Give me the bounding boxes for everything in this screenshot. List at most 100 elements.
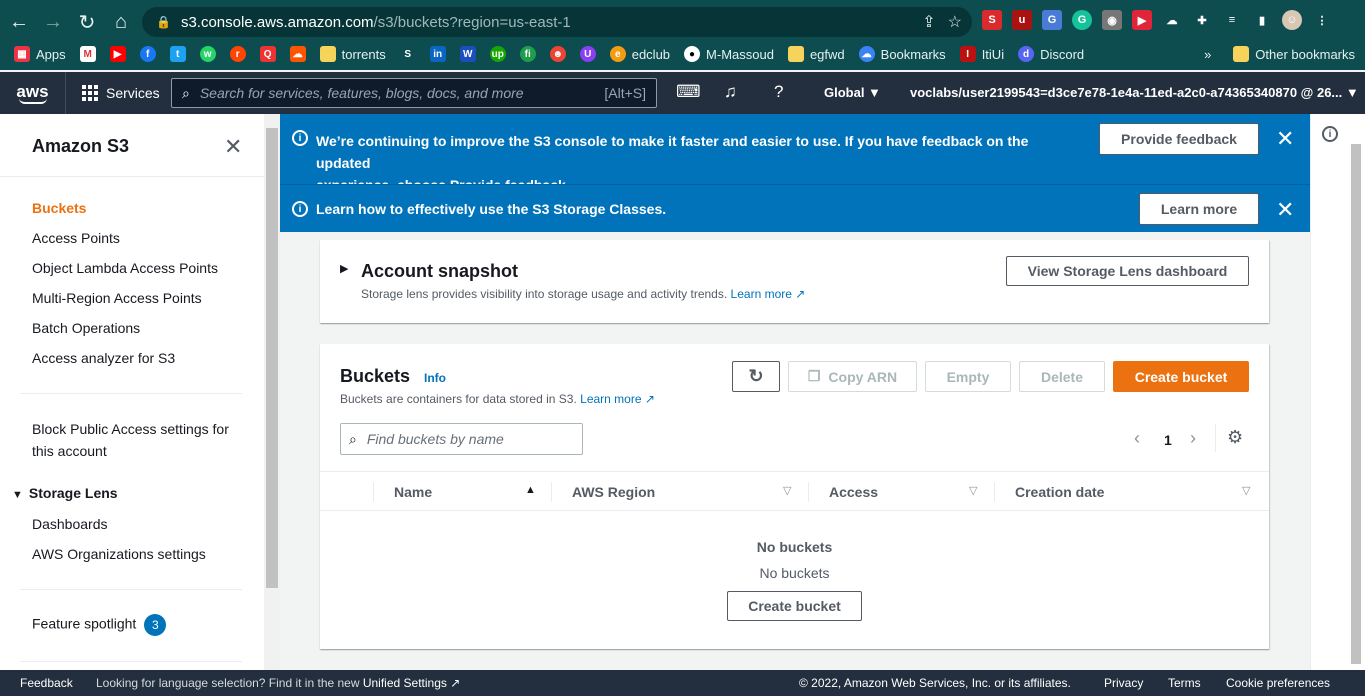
- page-number[interactable]: 1: [1164, 432, 1172, 448]
- puzzle-icon[interactable]: ✚: [1192, 10, 1212, 30]
- bookmark-edclub[interactable]: e edclub: [609, 46, 670, 62]
- account-menu[interactable]: voclabs/user2199543=d3ce7e78-1e4a-11ed-a…: [910, 85, 1359, 100]
- sidebar-item-access-analyzer[interactable]: Access analyzer for S3: [32, 350, 175, 366]
- create-bucket-button[interactable]: Create bucket: [1113, 361, 1249, 392]
- settings-gear-icon[interactable]: ⚙: [1227, 427, 1243, 448]
- s-icon[interactable]: S: [400, 46, 416, 62]
- bookmark-apps[interactable]: ▦ Apps: [14, 46, 66, 62]
- extension-icon[interactable]: G: [1042, 10, 1062, 30]
- extension-icon[interactable]: ☻: [549, 46, 566, 62]
- snapshot-title[interactable]: Account snapshot: [361, 261, 518, 282]
- cookie-preferences-link[interactable]: Cookie preferences: [1226, 676, 1330, 690]
- info-panel-icon[interactable]: i: [1322, 126, 1338, 142]
- share-icon[interactable]: ⇪: [922, 12, 935, 32]
- reload-icon[interactable]: ↻: [72, 7, 102, 37]
- terms-link[interactable]: Terms: [1168, 676, 1201, 690]
- search-input[interactable]: ⌕ Search for services, features, blogs, …: [171, 78, 657, 108]
- empty-create-bucket-button[interactable]: Create bucket: [727, 591, 862, 621]
- whatsapp-icon[interactable]: w: [199, 46, 216, 62]
- close-icon[interactable]: ✕: [1276, 197, 1294, 223]
- linkedin-icon[interactable]: in: [429, 46, 446, 62]
- column-aws-region[interactable]: AWS Region: [572, 484, 655, 500]
- grammarly-icon[interactable]: G: [1072, 10, 1092, 30]
- prev-page-icon[interactable]: ‹: [1134, 428, 1140, 449]
- extension-icon[interactable]: u: [1012, 10, 1032, 30]
- extension-icon[interactable]: ▶: [1132, 10, 1152, 30]
- cloudshell-icon[interactable]: ⌨: [676, 82, 701, 102]
- sidebar: Amazon S3 ✕ Buckets Access Points Object…: [0, 114, 264, 670]
- bookmark-m-massoud[interactable]: ● M-Massoud: [684, 46, 774, 62]
- cloud-icon[interactable]: ☁: [1162, 10, 1182, 30]
- w-icon[interactable]: W: [459, 46, 476, 62]
- star-icon[interactable]: ☆: [948, 12, 962, 32]
- sidebar-item-org-settings[interactable]: AWS Organizations settings: [32, 546, 206, 562]
- fiverr-icon[interactable]: fi: [519, 46, 536, 62]
- learn-more-button[interactable]: Learn more: [1139, 193, 1259, 225]
- quora-icon[interactable]: Q: [259, 46, 276, 62]
- more-bookmarks-icon[interactable]: »: [1204, 47, 1211, 62]
- aws-logo[interactable]: aws: [0, 72, 66, 114]
- other-bookmarks[interactable]: » Other bookmarks: [1204, 46, 1355, 62]
- soundcloud-icon[interactable]: ☁: [289, 46, 306, 62]
- sidebar-item-batch-operations[interactable]: Batch Operations: [32, 320, 140, 336]
- bookmark-bookmarks[interactable]: ☁ Bookmarks: [858, 46, 946, 62]
- sort-ascending-icon[interactable]: ▲: [525, 484, 536, 496]
- column-access[interactable]: Access: [829, 484, 878, 500]
- address-bar[interactable]: 🔒 s3.console.aws.amazon.com/s3/buckets?r…: [142, 7, 972, 37]
- sidebar-item-dashboards[interactable]: Dashboards: [32, 516, 108, 532]
- sort-icon[interactable]: ▽: [1242, 484, 1250, 497]
- extension-icon[interactable]: S: [982, 10, 1002, 30]
- refresh-button[interactable]: ↻: [732, 361, 780, 392]
- back-icon[interactable]: ←: [4, 7, 34, 37]
- bookmark-egfwd[interactable]: egfwd: [787, 46, 845, 62]
- view-storage-lens-button[interactable]: View Storage Lens dashboard: [1006, 256, 1249, 286]
- sort-icon[interactable]: ▽: [783, 484, 791, 497]
- learn-more-link[interactable]: Learn more: [580, 392, 641, 406]
- twitter-icon[interactable]: t: [169, 46, 186, 62]
- help-icon[interactable]: ?: [774, 82, 783, 102]
- next-page-icon[interactable]: ›: [1190, 428, 1196, 449]
- url-path: /s3/buckets?region=us-east-1: [373, 13, 571, 31]
- sidebar-item-multi-region[interactable]: Multi-Region Access Points: [32, 290, 202, 306]
- region-selector[interactable]: Global ▼: [824, 85, 881, 100]
- camera-icon[interactable]: ◉: [1102, 10, 1122, 30]
- extension-icon[interactable]: U: [579, 46, 596, 62]
- sidebar-item-feature-spotlight[interactable]: Feature spotlight 3: [32, 614, 167, 636]
- sidebar-item-buckets[interactable]: Buckets: [32, 200, 86, 216]
- facebook-icon[interactable]: f: [139, 46, 156, 62]
- scrollbar-thumb[interactable]: [266, 128, 278, 588]
- column-name[interactable]: Name: [394, 484, 432, 500]
- sidebar-item-access-points[interactable]: Access Points: [32, 230, 120, 246]
- feedback-link[interactable]: Feedback: [20, 676, 73, 690]
- column-creation-date[interactable]: Creation date: [1015, 484, 1104, 500]
- close-icon[interactable]: ✕: [1276, 126, 1294, 152]
- reddit-icon[interactable]: r: [229, 46, 246, 62]
- expand-icon[interactable]: ▶: [340, 262, 348, 275]
- forward-icon[interactable]: →: [38, 7, 68, 37]
- sort-icon[interactable]: ▽: [969, 484, 977, 497]
- avatar[interactable]: ☺: [1282, 10, 1302, 30]
- youtube-icon[interactable]: ▶: [109, 46, 126, 62]
- services-menu[interactable]: Services: [66, 72, 176, 114]
- bookmark-discord[interactable]: d Discord: [1018, 46, 1084, 62]
- page-scrollbar[interactable]: [1351, 144, 1361, 664]
- info-link[interactable]: Info: [424, 371, 446, 385]
- privacy-link[interactable]: Privacy: [1104, 676, 1143, 690]
- bell-icon[interactable]: ♫: [724, 82, 737, 102]
- sidepanel-icon[interactable]: ▮: [1252, 10, 1272, 30]
- close-icon[interactable]: ✕: [224, 134, 242, 160]
- menu-icon[interactable]: ⋮: [1312, 10, 1332, 30]
- find-buckets-input[interactable]: ⌕ Find buckets by name: [340, 423, 583, 455]
- media-icon[interactable]: ≡: [1222, 10, 1242, 30]
- sidebar-section-storage-lens[interactable]: ▼ Storage Lens: [12, 485, 118, 501]
- home-icon[interactable]: ⌂: [106, 7, 136, 37]
- sidebar-item-object-lambda[interactable]: Object Lambda Access Points: [32, 260, 218, 276]
- provide-feedback-button[interactable]: Provide feedback: [1099, 123, 1259, 155]
- unified-settings-link[interactable]: Unified Settings: [363, 676, 447, 690]
- gmail-icon[interactable]: M: [79, 46, 96, 62]
- bookmark-torrents[interactable]: torrents: [319, 46, 386, 62]
- learn-more-link[interactable]: Learn more: [731, 287, 792, 301]
- sidebar-item-block-public-access[interactable]: Block Public Access settings for this ac…: [32, 421, 229, 459]
- bookmark-itiui[interactable]: I ItiUi: [959, 46, 1004, 62]
- upwork-icon[interactable]: up: [489, 46, 506, 62]
